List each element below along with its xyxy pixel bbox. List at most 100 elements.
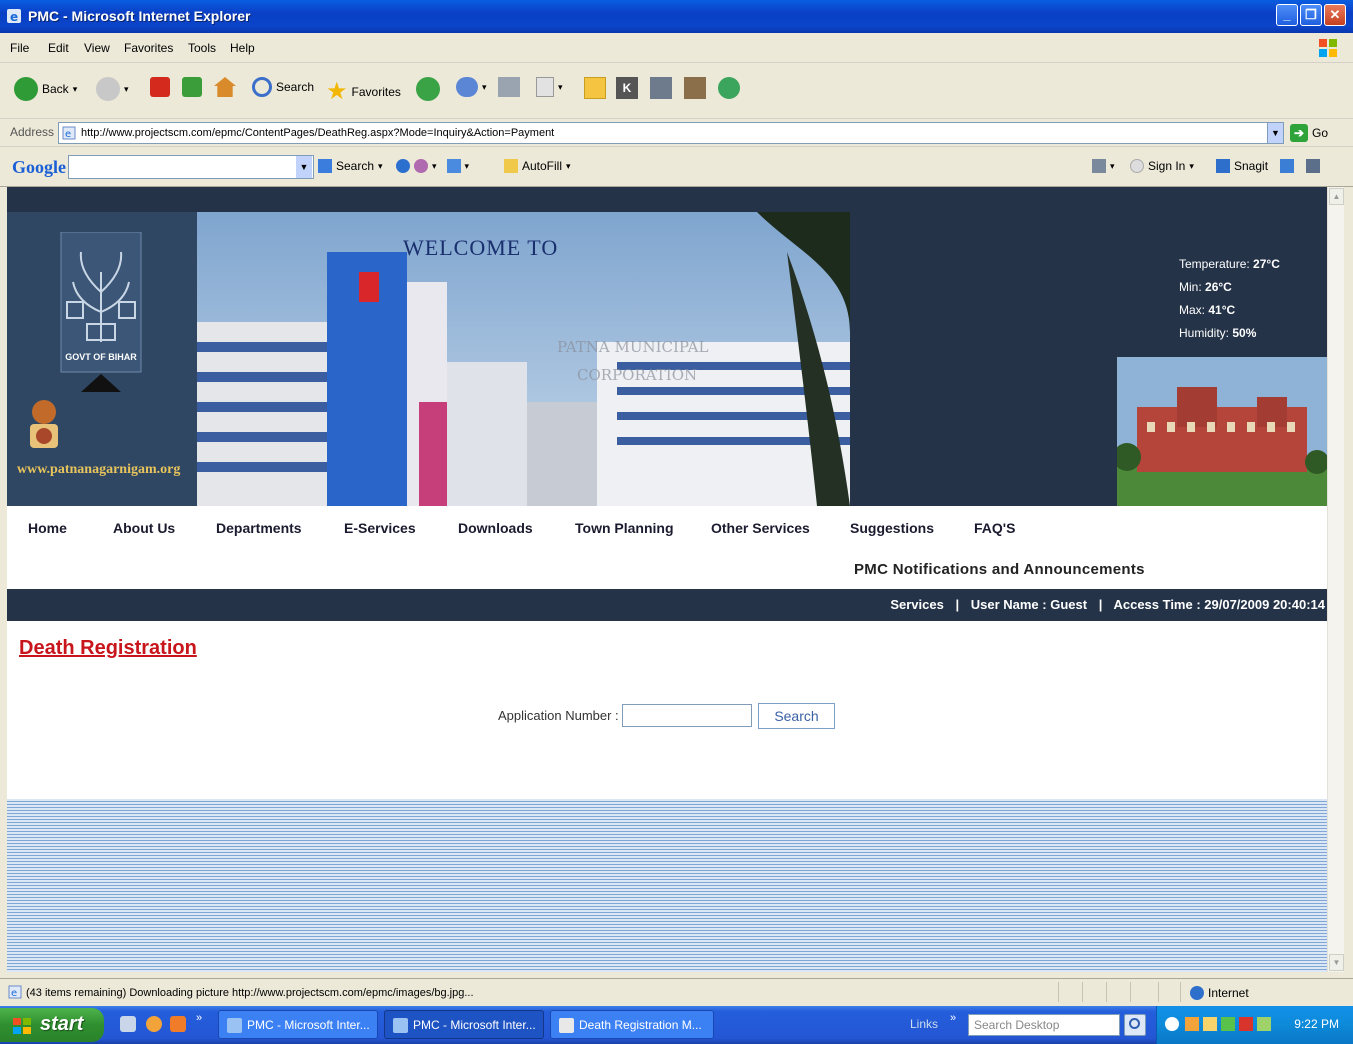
max-temp-row: Max: 41°C	[1179, 303, 1236, 317]
nav-suggestions[interactable]: Suggestions	[850, 520, 934, 536]
snagit-extra-buttons[interactable]	[1280, 159, 1320, 173]
nav-home[interactable]: Home	[28, 520, 67, 536]
settings-button[interactable]: ▾	[1092, 159, 1115, 173]
start-button[interactable]: start	[0, 1008, 104, 1042]
forward-button[interactable]: ▾	[96, 77, 129, 101]
minimize-button[interactable]: _	[1276, 4, 1298, 26]
bookmark-icon	[414, 159, 428, 173]
tray-network-icon[interactable]	[1203, 1017, 1217, 1031]
page-viewport: GOVT OF BIHAR www.patnanagarnigam.org PA…	[7, 187, 1327, 972]
services-link[interactable]: Services	[890, 597, 944, 612]
menu-help[interactable]: Help	[230, 41, 255, 55]
address-bar: Address e http://www.projectscm.com/epmc…	[0, 119, 1353, 147]
messenger-button[interactable]	[718, 77, 740, 99]
nav-other-services[interactable]: Other Services	[711, 520, 810, 536]
edit-icon	[536, 77, 554, 97]
quicklaunch-app-icon[interactable]	[120, 1016, 136, 1032]
tray-signal-icon[interactable]	[1221, 1017, 1235, 1031]
window-left-edge	[0, 187, 7, 972]
application-number-label: Application Number :	[498, 708, 619, 723]
menu-bar: File Edit View Favorites Tools Help	[0, 33, 1353, 63]
refresh-button[interactable]	[182, 77, 202, 97]
sign-in-button[interactable]: Sign In ▾	[1130, 159, 1194, 173]
books-button[interactable]	[684, 77, 706, 99]
menu-favorites[interactable]: Favorites	[124, 41, 173, 55]
menu-view[interactable]: View	[84, 41, 110, 55]
autofill-button[interactable]: AutoFill ▾	[504, 159, 571, 173]
tray-security-icon[interactable]	[1257, 1017, 1271, 1031]
quicklaunch-extra-icon[interactable]	[170, 1016, 186, 1032]
separator: |	[1098, 597, 1103, 612]
svg-text:PATNA MUNICIPAL: PATNA MUNICIPAL	[557, 338, 708, 356]
vertical-scrollbar[interactable]: ▲ ▼	[1327, 187, 1344, 972]
system-tray: 9:22 PM	[1156, 1006, 1353, 1044]
search-toolbar-button[interactable]: Search	[252, 77, 314, 97]
address-dropdown-icon[interactable]: ▼	[1267, 123, 1283, 143]
menu-tools[interactable]: Tools	[188, 41, 216, 55]
google-search-label: Search	[336, 159, 375, 173]
magnifier-icon	[1129, 1018, 1140, 1029]
scroll-down-icon[interactable]: ▼	[1329, 954, 1344, 971]
tray-app-icon[interactable]	[1185, 1017, 1199, 1031]
svg-text:CORPORATION: CORPORATION	[577, 366, 697, 384]
min-temp-row: Min: 26°C	[1179, 280, 1232, 294]
research-button[interactable]	[650, 77, 672, 99]
nav-about-us[interactable]: About Us	[113, 520, 175, 536]
print-button[interactable]	[498, 77, 520, 97]
taskbar-item-pmc-1[interactable]: PMC - Microsoft Inter...	[218, 1010, 378, 1039]
windows-flag-icon	[13, 1018, 31, 1034]
links-more-icon[interactable]: »	[950, 1012, 956, 1024]
nav-downloads[interactable]: Downloads	[458, 520, 533, 536]
links-toolbar[interactable]: Links	[910, 1017, 938, 1031]
ie-task-icon	[227, 1018, 242, 1033]
nav-departments[interactable]: Departments	[216, 520, 302, 536]
sign-in-label: Sign In	[1148, 159, 1186, 173]
close-button[interactable]: ✕	[1324, 4, 1346, 26]
google-search-input[interactable]	[68, 155, 314, 179]
quicklaunch-more-icon[interactable]: »	[196, 1012, 202, 1024]
logo-panel: GOVT OF BIHAR www.patnanagarnigam.org	[7, 212, 197, 506]
google-search-button[interactable]: Search ▾	[318, 159, 383, 173]
quicklaunch-browser-icon[interactable]	[146, 1016, 162, 1032]
autofill-icon	[504, 159, 518, 173]
taskbar-clock[interactable]: 9:22 PM	[1294, 1017, 1339, 1031]
favorites-button[interactable]: ★ Favorites	[326, 77, 401, 106]
google-extra-buttons[interactable]: ▾ ▾	[396, 159, 469, 173]
menu-file[interactable]: File	[10, 41, 29, 55]
status-bar: e (43 items remaining) Downloading pictu…	[0, 978, 1353, 1006]
refresh-icon	[182, 77, 202, 97]
google-dropdown-icon[interactable]: ▼	[296, 156, 312, 178]
tray-back-icon[interactable]	[1165, 1017, 1179, 1031]
capture-icon	[1280, 159, 1294, 173]
home-button[interactable]	[214, 77, 236, 97]
taskbar-item-death-registration[interactable]: Death Registration M...	[550, 1010, 714, 1039]
announcements-link[interactable]: PMC Notifications and Announcements	[854, 561, 1145, 578]
tray-k-icon[interactable]	[1239, 1017, 1253, 1031]
address-input[interactable]: e http://www.projectscm.com/epmc/Content…	[58, 122, 1284, 144]
folder-button[interactable]	[584, 77, 606, 99]
address-url: http://www.projectscm.com/epmc/ContentPa…	[81, 127, 555, 139]
snagit-button[interactable]: Snagit	[1216, 159, 1268, 173]
back-button[interactable]: Back ▾	[14, 77, 77, 101]
search-button[interactable]: Search	[758, 703, 835, 729]
k-toolbar-button[interactable]: K	[616, 77, 638, 99]
nav-faqs[interactable]: FAQ'S	[974, 520, 1015, 536]
stop-button[interactable]	[150, 77, 170, 97]
mail-button[interactable]: ▾	[456, 77, 487, 97]
history-button[interactable]	[416, 77, 440, 101]
svg-text:e: e	[65, 129, 71, 140]
edit-button[interactable]: ▾	[536, 77, 563, 97]
desktop-search-button[interactable]	[1124, 1014, 1146, 1036]
go-button[interactable]: ➔ Go	[1290, 124, 1328, 142]
application-number-input[interactable]	[622, 704, 752, 727]
scroll-up-icon[interactable]: ▲	[1329, 188, 1344, 205]
nav-town-planning[interactable]: Town Planning	[575, 520, 674, 536]
desktop-search-input[interactable]: Search Desktop	[968, 1014, 1120, 1036]
bihar-emblem-icon	[60, 232, 142, 392]
nav-e-services[interactable]: E-Services	[344, 520, 416, 536]
globe-icon	[1190, 986, 1204, 1000]
restore-button[interactable]: ❐	[1300, 4, 1322, 26]
taskbar-item-pmc-2[interactable]: PMC - Microsoft Inter...	[384, 1010, 544, 1039]
menu-edit[interactable]: Edit	[48, 41, 69, 55]
title-bar: e PMC - Microsoft Internet Explorer _ ❐ …	[0, 0, 1353, 33]
